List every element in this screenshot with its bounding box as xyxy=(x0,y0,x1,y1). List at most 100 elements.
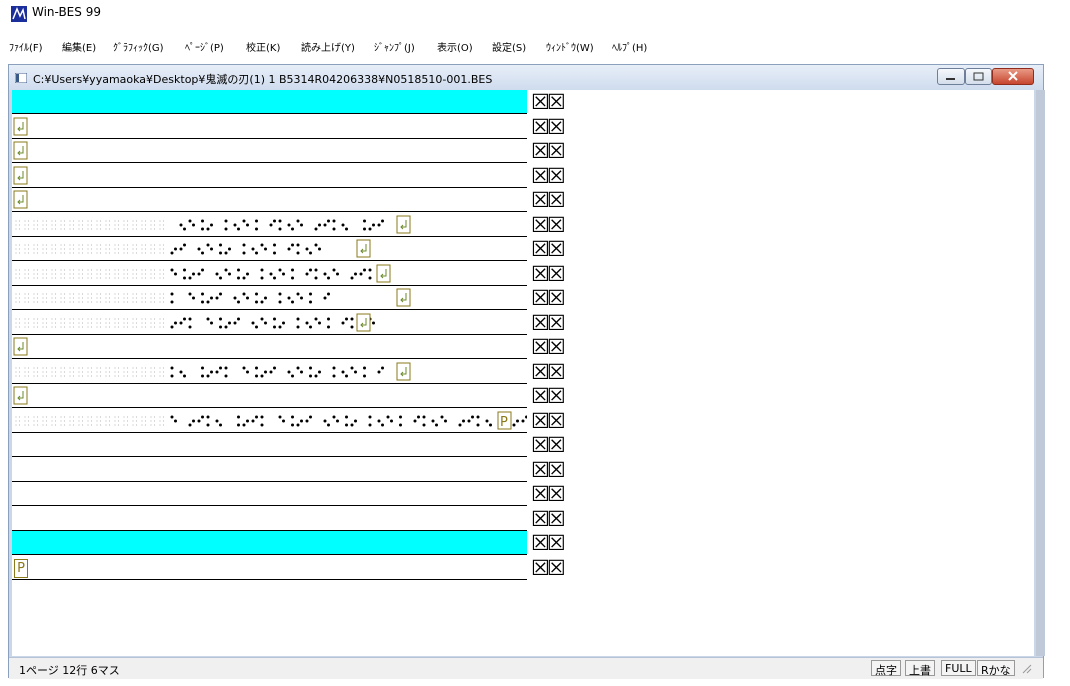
braille-row[interactable]: ☒☒ xyxy=(12,384,1034,409)
braille-row[interactable]: P ☒☒ xyxy=(12,556,1034,581)
resize-grip-icon[interactable] xyxy=(1022,664,1032,674)
app-title: Win-BES 99 xyxy=(32,5,101,19)
kana-indicator: Rかな xyxy=(977,660,1015,677)
minimize-button[interactable] xyxy=(937,68,965,85)
braille-row[interactable]: ☒☒ xyxy=(12,164,1034,189)
row-cells xyxy=(12,188,527,212)
cursor-position: 1ページ 12行 6マス xyxy=(19,664,120,677)
braille-cells xyxy=(13,386,28,405)
row-cells: P xyxy=(12,409,663,433)
row-cells xyxy=(12,237,527,261)
row-cells xyxy=(12,90,527,114)
return-mark-icon xyxy=(396,215,411,233)
braille-row[interactable]: P ☒☒ xyxy=(12,409,1034,434)
braille-lines: ☒☒ ☒☒ ☒☒ ☒☒ ☒☒ ☒☒ ☒☒ ☒☒ ☒☒ ☒☒ ☒☒ ☒☒ ☒☒ P ☒☒ ☒☒ ☒☒ ☒☒ ☒☒ ☒☒ P… xyxy=(12,90,1034,580)
row-end-marker: ☒☒ xyxy=(531,433,566,457)
status-bar: 1ページ 12行 6マス 点字 上書 FULL Rかな xyxy=(9,657,1043,679)
braille-cells xyxy=(15,288,411,307)
row-end-marker: ☒☒ xyxy=(531,163,566,188)
return-mark-icon xyxy=(396,362,411,380)
row-cells xyxy=(12,507,527,531)
menu-window[interactable]: ｳｨﾝﾄﾞｳ(W) xyxy=(546,39,594,54)
row-end-marker: ☒☒ xyxy=(531,335,566,359)
row-cells xyxy=(12,335,527,359)
document-path: C:¥Users¥yyamaoka¥Desktop¥鬼滅の刃(1) 1 B531… xyxy=(33,73,493,86)
app-icon xyxy=(11,6,27,22)
row-cells xyxy=(12,360,527,384)
menu-read-aloud[interactable]: 読み上げ(Y) xyxy=(301,39,355,54)
return-mark-icon xyxy=(376,264,391,282)
row-end-marker: ☒☒ xyxy=(531,237,566,261)
menu-proof[interactable]: 校正(K) xyxy=(246,39,280,54)
braille-row[interactable]: ☒☒ xyxy=(12,507,1034,532)
braille-editor[interactable]: ☒☒ ☒☒ ☒☒ ☒☒ ☒☒ ☒☒ ☒☒ ☒☒ ☒☒ ☒☒ ☒☒ ☒☒ ☒☒ P ☒☒ ☒☒ ☒☒ ☒☒ ☒☒ ☒☒ P… xyxy=(12,90,1034,656)
braille-row[interactable]: ☒☒ xyxy=(12,213,1034,238)
braille-row[interactable]: ☒☒ xyxy=(12,188,1034,213)
row-cells: P xyxy=(12,556,527,580)
row-cells xyxy=(12,115,527,139)
menu-page[interactable]: ﾍﾟｰｼﾞ(P) xyxy=(185,39,224,54)
return-mark-icon xyxy=(13,337,28,356)
row-end-marker: ☒☒ xyxy=(531,310,566,335)
return-mark-icon xyxy=(13,141,28,160)
braille-cells xyxy=(15,264,391,282)
braille-row[interactable]: ☒☒ xyxy=(12,90,1034,115)
row-cells xyxy=(12,384,527,408)
braille-row[interactable]: ☒☒ xyxy=(12,360,1034,385)
row-cells xyxy=(12,262,527,286)
braille-row[interactable]: ☒☒ xyxy=(12,433,1034,458)
row-end-marker: ☒☒ xyxy=(531,212,566,237)
braille-cells xyxy=(15,215,411,233)
braille-row[interactable]: ☒☒ xyxy=(12,458,1034,483)
braille-row[interactable]: ☒☒ xyxy=(12,262,1034,287)
menu-graphic[interactable]: ｸﾞﾗﾌｨｯｸ(G) xyxy=(113,39,164,54)
row-end-marker: ☒☒ xyxy=(531,384,566,408)
menu-jump[interactable]: ｼﾞｬﾝﾌﾟ(J) xyxy=(374,39,415,54)
document-icon xyxy=(15,73,27,83)
return-mark-icon xyxy=(356,313,371,331)
row-end-marker: ☒☒ xyxy=(531,188,566,212)
braille-row[interactable]: ☒☒ xyxy=(12,482,1034,507)
braille-row[interactable]: ☒☒ xyxy=(12,335,1034,360)
return-mark-icon xyxy=(13,190,28,209)
app-titlebar: Win-BES 99 xyxy=(0,0,1070,30)
return-mark-icon xyxy=(13,117,28,135)
braille-cells xyxy=(13,141,28,160)
row-end-marker: ☒☒ xyxy=(531,482,566,506)
menu-help[interactable]: ﾍﾙﾌﾟ(H) xyxy=(612,39,647,54)
row-cells xyxy=(12,482,527,506)
menu-edit[interactable]: 編集(E) xyxy=(62,39,96,54)
braille-row[interactable]: ☒☒ xyxy=(12,237,1034,262)
braille-cells xyxy=(15,313,375,331)
row-cells xyxy=(12,139,527,163)
restore-button[interactable] xyxy=(965,68,992,85)
menu-file[interactable]: ﾌｧｲﾙ(F) xyxy=(9,39,43,54)
return-mark-icon xyxy=(13,386,28,405)
window-border xyxy=(1036,90,1045,656)
return-mark-icon xyxy=(356,239,371,258)
menu-bar: ﾌｧｲﾙ(F) 編集(E) ｸﾞﾗﾌｨｯｸ(G) ﾍﾟｰｼﾞ(P) 校正(K) … xyxy=(0,36,1070,56)
row-end-marker: ☒☒ xyxy=(531,359,566,384)
braille-row[interactable]: ☒☒ xyxy=(12,531,1034,556)
row-end-marker: ☒☒ xyxy=(531,457,566,482)
row-cells xyxy=(12,213,527,237)
braille-row[interactable]: ☒☒ xyxy=(12,311,1034,336)
page-mark: P xyxy=(14,558,28,578)
row-end-marker: ☒☒ xyxy=(531,531,566,555)
row-end-marker: ☒☒ xyxy=(531,114,566,139)
row-cells xyxy=(12,433,527,457)
menu-view[interactable]: 表示(O) xyxy=(437,39,473,54)
braille-row[interactable]: ☒☒ xyxy=(12,139,1034,164)
close-button[interactable] xyxy=(992,68,1034,85)
row-cells xyxy=(12,458,527,482)
document-window: C:¥Users¥yyamaoka¥Desktop¥鬼滅の刃(1) 1 B531… xyxy=(8,64,1045,679)
braille-row[interactable]: ☒☒ xyxy=(12,115,1034,140)
minimize-icon xyxy=(946,78,955,80)
menu-settings[interactable]: 設定(S) xyxy=(492,39,526,54)
braille-cells xyxy=(13,190,28,209)
braille-row[interactable]: ☒☒ xyxy=(12,286,1034,311)
braille-cells xyxy=(15,362,411,380)
row-end-marker: ☒☒ xyxy=(531,555,566,580)
row-end-marker: ☒☒ xyxy=(531,408,566,433)
row-cells xyxy=(12,164,527,188)
